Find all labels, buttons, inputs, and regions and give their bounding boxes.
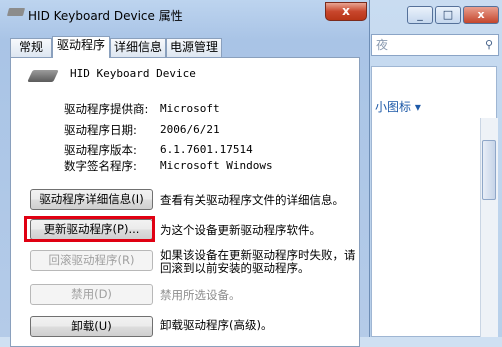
maximize-button[interactable]: □ bbox=[435, 6, 461, 24]
digital-signer-value: Microsoft Windows bbox=[160, 159, 273, 172]
minimize-button[interactable]: _ bbox=[407, 6, 433, 24]
keyboard-icon bbox=[6, 8, 26, 16]
roll-back-desc-line1: 如果该设备在更新驱动程序时失败，请 bbox=[160, 248, 356, 262]
device-name: HID Keyboard Device bbox=[70, 67, 196, 80]
scrollbar-thumb[interactable] bbox=[482, 140, 496, 200]
dialog-title: HID Keyboard Device 属性 bbox=[28, 9, 183, 23]
tab-general[interactable]: 常规 bbox=[10, 38, 52, 57]
provider-label: 驱动程序提供商: bbox=[64, 102, 149, 116]
driver-date-label: 驱动程序日期: bbox=[64, 123, 137, 137]
uninstall-desc: 卸载驱动程序(高级)。 bbox=[160, 318, 273, 332]
search-icon[interactable]: ⚲ bbox=[485, 38, 497, 51]
driver-version-label: 驱动程序版本: bbox=[64, 143, 137, 157]
close-button[interactable]: x bbox=[463, 6, 499, 24]
update-driver-desc: 为这个设备更新驱动程序软件。 bbox=[160, 223, 321, 237]
keyboard-device-icon bbox=[27, 70, 59, 82]
dialog-close-button[interactable]: x bbox=[325, 2, 367, 21]
tab-details[interactable]: 详细信息 bbox=[110, 38, 166, 57]
digital-signer-label: 数字签名程序: bbox=[64, 159, 137, 173]
properties-dialog: HID Keyboard Device 属性 x 常规 驱动程序 详细信息 电源… bbox=[0, 0, 370, 347]
driver-version-value: 6.1.7601.17514 bbox=[160, 143, 253, 156]
view-menu-button[interactable]: 小图标 ▾ bbox=[375, 98, 421, 115]
driver-details-button[interactable]: 驱动程序详细信息(I) bbox=[30, 189, 153, 210]
driver-date-value: 2006/6/21 bbox=[160, 123, 220, 136]
tab-driver[interactable]: 驱动程序 bbox=[52, 36, 110, 58]
driver-details-desc: 查看有关驱动程序文件的详细信息。 bbox=[160, 193, 344, 207]
roll-back-desc-line2: 回滚到以前安装的驱动程序。 bbox=[160, 261, 310, 275]
roll-back-driver-button[interactable]: 回滚驱动程序(R) bbox=[30, 250, 153, 271]
title-bar[interactable]: HID Keyboard Device 属性 x bbox=[0, 0, 370, 28]
provider-value: Microsoft bbox=[160, 102, 220, 115]
search-input[interactable]: 夜 bbox=[371, 34, 499, 56]
uninstall-button[interactable]: 卸载(U) bbox=[30, 316, 153, 337]
disable-desc: 禁用所选设备。 bbox=[160, 288, 241, 302]
tab-power-management[interactable]: 电源管理 bbox=[166, 38, 222, 57]
disable-button[interactable]: 禁用(D) bbox=[30, 284, 153, 305]
highlight-box bbox=[24, 216, 155, 242]
